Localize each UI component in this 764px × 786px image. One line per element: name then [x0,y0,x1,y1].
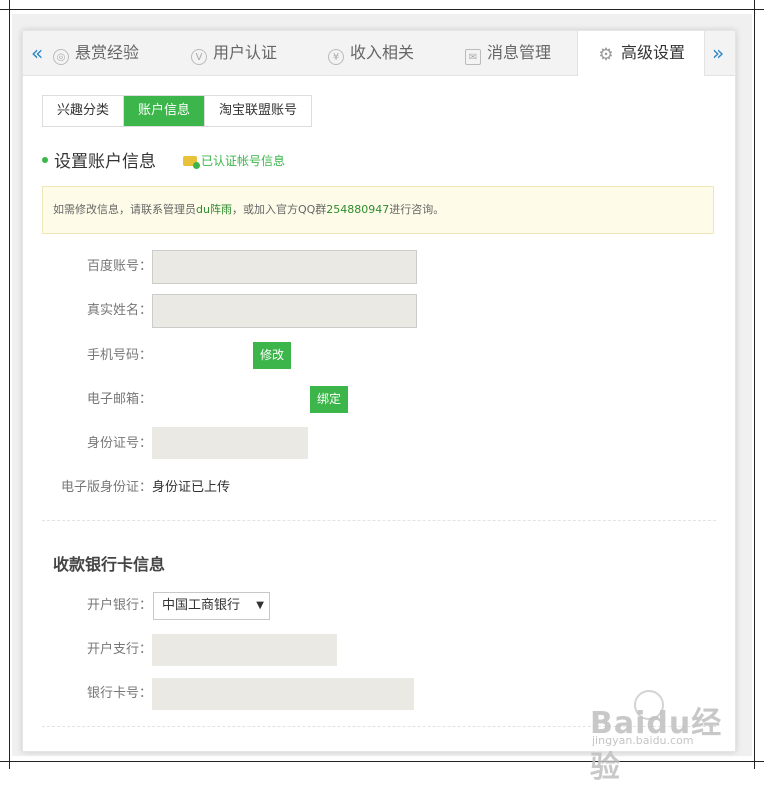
verified-label: 已认证帐号信息 [201,154,286,168]
id-card-label-box: 身份证号： [42,427,152,461]
phone-label: 手机号码： [86,348,152,363]
subtab-interest-category[interactable]: 兴趣分类 [43,96,125,126]
bank-section-title: 收款银行卡信息 [53,555,166,574]
tab-user-verification[interactable]: V 用户认证 [191,31,277,75]
coin-icon: ◎ [53,49,69,65]
account-section-title: 设置账户信息 [42,147,156,172]
top-tab-bar: « ◎ 悬赏经验 V 用户认证 ¥ 收入相关 ✉ 消息管理 ⚙ 高级设置 » [23,31,735,76]
card-number-label-box: 银行卡号： [42,677,152,711]
subtab-account-info[interactable]: 账户信息 [124,96,206,126]
email-label-box: 电子邮箱： [42,383,152,417]
tab-bounty-experience[interactable]: ◎ 悬赏经验 [53,31,139,75]
bottom-divider [42,726,716,727]
bullet-dot-icon [42,157,48,163]
baidu-account-label: 百度账号： [86,259,152,274]
tab-label: 收入相关 [350,43,415,62]
bank-select-value: 中国工商银行 [162,598,241,613]
real-name-label: 真实姓名： [86,303,152,318]
bank-label-box: 开户银行： [42,589,152,623]
tab-label: 高级设置 [620,43,685,62]
notice-admin-link[interactable]: du阵雨 [196,203,232,216]
tab-income[interactable]: ¥ 收入相关 [328,31,414,75]
subtab-taobao-union[interactable]: 淘宝联盟账号 [205,96,312,126]
id-card-field[interactable] [152,427,308,459]
tabs-prev-arrow[interactable]: « [31,41,43,65]
dropdown-arrow-icon: ▼ [256,600,264,611]
e-id-label: 电子版身份证： [60,480,152,495]
frame-line-left [9,0,10,769]
card-number-field[interactable] [152,678,414,710]
baidu-account-field[interactable] [152,250,417,284]
verified-account-link[interactable]: 已认证帐号信息 [183,152,285,169]
branch-field[interactable] [152,634,337,666]
bank-label: 开户银行： [86,598,152,613]
card-number-label: 银行卡号： [86,686,152,701]
branch-label-box: 开户支行： [42,633,152,667]
e-id-label-box: 电子版身份证： [42,471,152,505]
gear-icon: ⚙ [598,45,614,65]
tab-label: 悬赏经验 [75,43,140,62]
sub-tab-group: 兴趣分类 账户信息 淘宝联盟账号 [42,95,313,127]
section-divider [42,520,716,521]
frame-line-right [754,0,755,769]
mail-icon: ✉ [465,49,481,65]
verified-id-icon [183,156,200,169]
tab-label: 消息管理 [487,43,552,62]
branch-label: 开户支行： [86,642,152,657]
phone-label-box: 手机号码： [42,339,152,373]
real-name-field[interactable] [152,294,417,328]
notice-banner: 如需修改信息，请联系管理员du阵雨，或加入官方QQ群254880947进行咨询。 [42,186,714,234]
tab-label: 用户认证 [213,43,278,62]
tabs-next-arrow[interactable]: » [712,41,724,65]
tab-advanced-settings[interactable]: ⚙ 高级设置 [577,31,705,76]
bank-select[interactable]: 中国工商银行 ▼ [153,592,270,620]
real-name-label-box: 真实姓名： [42,294,152,328]
tab-message-management[interactable]: ✉ 消息管理 [465,31,551,75]
id-card-label: 身份证号： [86,436,152,451]
baidu-account-label-box: 百度账号： [42,250,152,284]
phone-modify-button[interactable]: 修改 [253,342,291,369]
frame-line-bottom [0,761,764,762]
frame-line-top [0,9,764,10]
notice-suffix: 进行咨询。 [389,203,445,216]
account-title-text: 设置账户信息 [54,152,156,172]
email-label: 电子邮箱： [86,392,152,407]
notice-qq-number[interactable]: 254880947 [326,203,389,216]
notice-prefix: 如需修改信息，请联系管理员 [53,203,196,216]
email-bind-button[interactable]: 绑定 [310,386,348,413]
notice-middle: ，或加入官方QQ群 [231,203,327,216]
v-badge-icon: V [191,49,207,65]
yen-icon: ¥ [328,49,344,65]
e-id-status: 身份证已上传 [152,480,231,495]
settings-card: « ◎ 悬赏经验 V 用户认证 ¥ 收入相关 ✉ 消息管理 ⚙ 高级设置 » 兴趣分类 账… [22,30,736,752]
